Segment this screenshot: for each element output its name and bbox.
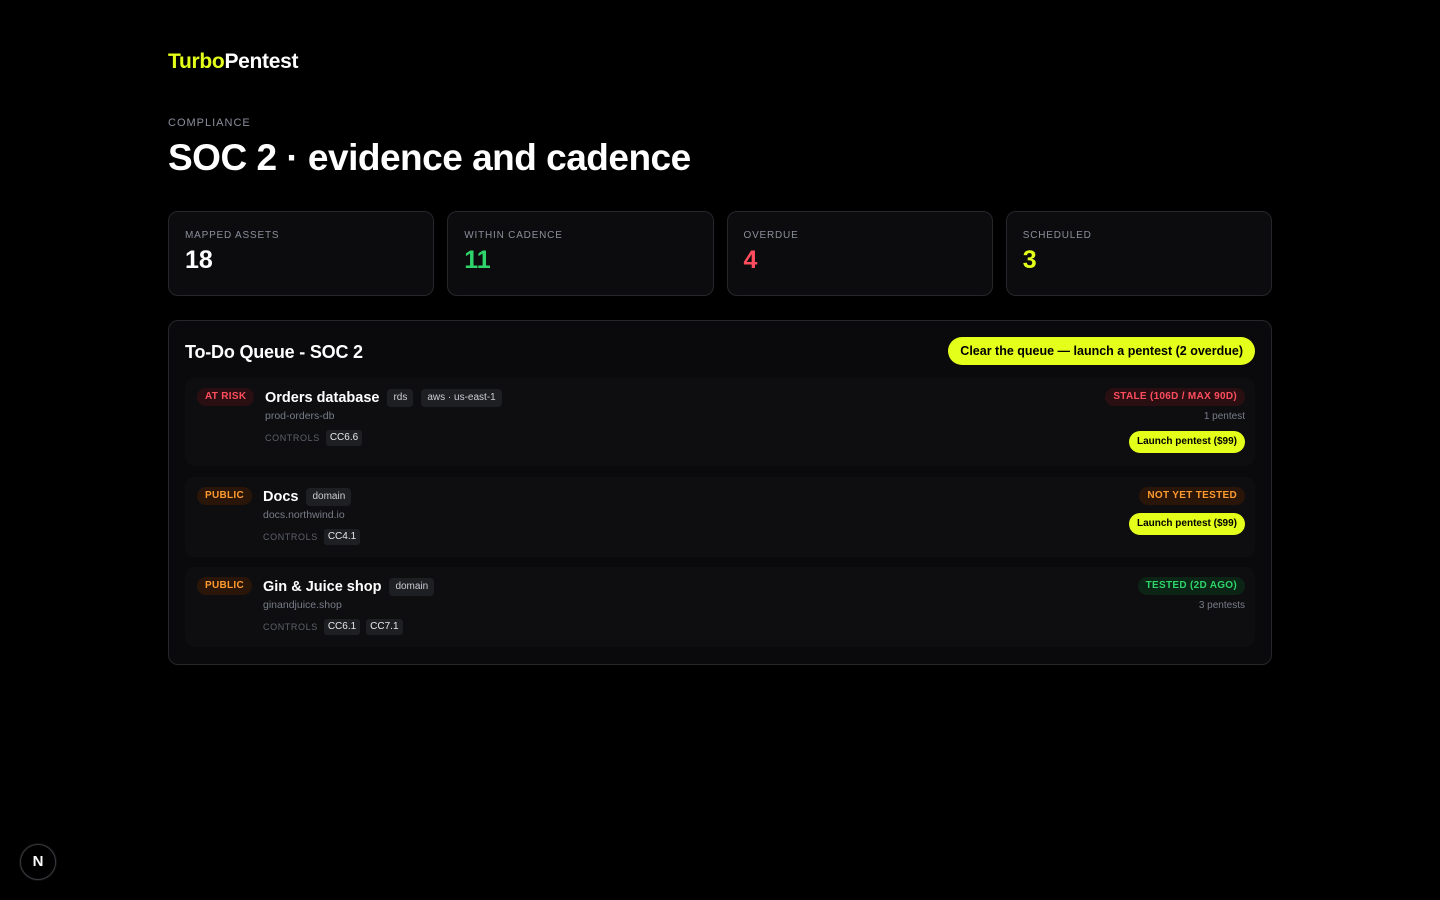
page-title: SOC 2 · evidence and cadence: [168, 137, 691, 178]
asset-host: ginandjuice.shop: [263, 599, 342, 611]
section-eyebrow: COMPLIANCE: [168, 117, 251, 129]
status-badge: STALE (106D / MAX 90D): [1105, 388, 1245, 406]
asset-host: prod-orders-db: [265, 410, 335, 422]
asset-info: Docs domain docs.northwind.io CONTROLS C…: [263, 487, 361, 545]
status-badge: TESTED (2D AGO): [1137, 577, 1245, 595]
public-badge: PUBLIC: [197, 487, 253, 505]
control-chip: CC6.1: [323, 619, 361, 635]
stats-row: MAPPED ASSETS 18 WITHIN CADENCE 11 OVERD…: [168, 211, 1272, 296]
row-status-area: STALE (106D / MAX 90D) 1 pentest Launch …: [1105, 388, 1245, 453]
controls-list: CONTROLS CC6.1 CC7.1: [263, 619, 434, 635]
row-status-area: TESTED (2D AGO) 3 pentests: [1137, 577, 1245, 612]
page: TurboPentest COMPLIANCE SOC 2 · evidence…: [0, 0, 1440, 900]
stat-card-overdue: OVERDUE 4: [726, 211, 993, 296]
stat-value: 18: [185, 246, 213, 274]
stat-value: 3: [1022, 246, 1037, 274]
controls-list: CONTROLS CC6.6: [265, 430, 502, 446]
asset-name[interactable]: Orders database: [265, 390, 379, 406]
control-chip: CC4.1: [323, 529, 361, 545]
queue-row-gin-juice-shop[interactable]: PUBLIC Gin & Juice shop domain ginandjui…: [185, 567, 1255, 647]
logo-pentest: Pentest: [224, 50, 299, 73]
queue-row-docs[interactable]: PUBLIC Docs domain docs.northwind.io CON…: [185, 477, 1255, 557]
risk-badge: AT RISK: [197, 388, 255, 406]
stat-label: SCHEDULED: [1022, 230, 1092, 241]
asset-info: Orders database rds aws · us-east-1 prod…: [265, 388, 502, 446]
stat-label: MAPPED ASSETS: [185, 230, 280, 241]
controls-label: CONTROLS: [265, 433, 320, 443]
row-status-area: NOT YET TESTED Launch pentest ($99): [1128, 487, 1245, 535]
logo-turbo: Turbo: [168, 50, 225, 73]
clear-queue-button[interactable]: Clear the queue — launch a pentest (2 ov…: [948, 337, 1255, 365]
controls-label: CONTROLS: [263, 532, 318, 542]
status-badge: NOT YET TESTED: [1139, 487, 1245, 505]
control-chip: CC7.1: [366, 619, 403, 635]
pentest-count: 1 pentest: [1203, 411, 1245, 422]
launch-pentest-button[interactable]: Launch pentest ($99): [1128, 431, 1245, 453]
stat-label: OVERDUE: [743, 230, 799, 241]
nextjs-icon[interactable]: N: [20, 844, 56, 880]
asset-title-line: Docs domain: [263, 487, 360, 507]
asset-type-tag: rds: [387, 389, 414, 407]
asset-info: Gin & Juice shop domain ginandjuice.shop…: [263, 577, 435, 635]
public-badge: PUBLIC: [197, 577, 253, 595]
asset-host: docs.northwind.io: [263, 509, 345, 521]
stat-card-within-cadence: WITHIN CADENCE 11: [447, 211, 714, 296]
queue-row-orders-database[interactable]: AT RISK Orders database rds aws · us-eas…: [185, 378, 1255, 466]
controls-label: CONTROLS: [263, 622, 318, 632]
todo-queue-panel: To-Do Queue - SOC 2 Clear the queue — la…: [168, 320, 1272, 665]
queue-title: To-Do Queue - SOC 2: [185, 342, 363, 362]
logo[interactable]: TurboPentest: [168, 50, 299, 74]
stat-label: WITHIN CADENCE: [464, 230, 563, 241]
asset-title-line: Gin & Juice shop domain: [263, 577, 435, 597]
launch-pentest-button[interactable]: Launch pentest ($99): [1128, 513, 1245, 535]
stat-value: 4: [743, 246, 758, 274]
stat-value: 11: [464, 246, 491, 274]
pentest-count: 3 pentests: [1198, 600, 1245, 611]
stat-card-mapped-assets: MAPPED ASSETS 18: [168, 211, 435, 296]
asset-title-line: Orders database rds aws · us-east-1: [265, 388, 502, 408]
asset-name[interactable]: Gin & Juice shop: [263, 579, 381, 595]
control-chip: CC6.6: [325, 430, 363, 446]
stat-card-scheduled: SCHEDULED 3: [1005, 211, 1272, 296]
asset-type-tag: domain: [389, 578, 435, 596]
asset-name[interactable]: Docs: [263, 489, 298, 505]
asset-region-tag: aws · us-east-1: [421, 389, 502, 407]
controls-list: CONTROLS CC4.1: [263, 529, 361, 545]
asset-type-tag: domain: [306, 488, 352, 506]
